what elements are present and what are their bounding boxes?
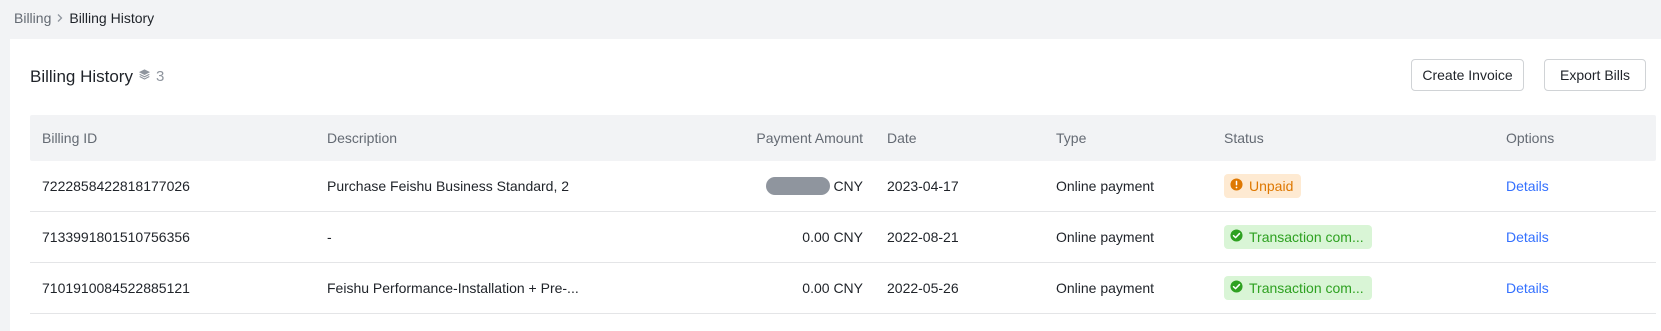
- column-date: Date: [887, 130, 917, 146]
- billing-id: 7222858422818177026: [42, 178, 190, 194]
- status-text: Transaction com...: [1249, 280, 1364, 296]
- breadcrumb-billing[interactable]: Billing: [14, 9, 51, 27]
- description: Feishu Performance-Installation + Pre-..…: [327, 280, 579, 296]
- status-text: Unpaid: [1249, 178, 1294, 194]
- status-badge: Transaction com...: [1224, 225, 1372, 249]
- column-status: Status: [1224, 130, 1264, 146]
- column-payment-amount: Payment Amount: [756, 130, 863, 146]
- check-circle-icon: [1230, 280, 1243, 296]
- create-invoice-button[interactable]: Create Invoice: [1411, 59, 1524, 91]
- check-circle-icon: [1230, 229, 1243, 245]
- currency: CNY: [833, 280, 863, 296]
- date: 2023-04-17: [887, 178, 959, 194]
- breadcrumb: Billing Billing History: [14, 9, 154, 27]
- billing-id: 7133991801510756356: [42, 229, 190, 245]
- masked-amount: [766, 177, 831, 195]
- record-count-value: 3: [156, 68, 165, 85]
- record-count: 3: [138, 67, 164, 87]
- billing-history-card: Billing History 3 Create Invoice Export …: [10, 39, 1661, 331]
- table-row: 7133991801510756356 - 0.00 CNY 2022-08-2…: [30, 212, 1656, 263]
- warning-icon: [1230, 178, 1243, 194]
- payment-amount: 0.00 CNY: [725, 212, 875, 262]
- payment-type: Online payment: [1056, 178, 1155, 194]
- status-badge: Transaction com...: [1224, 276, 1372, 300]
- currency: CNY: [833, 178, 863, 194]
- column-options: Options: [1506, 130, 1555, 146]
- page-title: Billing History: [30, 67, 133, 86]
- layers-icon: [138, 67, 151, 87]
- card-header: Billing History 3 Create Invoice Export …: [10, 39, 1661, 115]
- column-billing-id: Billing ID: [42, 130, 98, 146]
- description: Purchase Feishu Business Standard, 2: [327, 178, 570, 194]
- chevron-right-icon: [51, 13, 69, 23]
- billing-id: 7101910084522885121: [42, 280, 190, 296]
- table-header: Billing ID Description Payment Amount Da…: [30, 115, 1656, 161]
- details-link[interactable]: Details: [1506, 178, 1549, 194]
- date: 2022-08-21: [887, 229, 959, 245]
- export-bills-button[interactable]: Export Bills: [1544, 59, 1646, 91]
- payment-type: Online payment: [1056, 280, 1155, 296]
- description: -: [327, 229, 332, 245]
- column-description: Description: [327, 130, 398, 146]
- table-row: 7222858422818177026 Purchase Feishu Busi…: [30, 161, 1656, 212]
- payment-amount: CNY: [725, 161, 875, 211]
- currency: CNY: [833, 229, 863, 245]
- billing-table: Billing ID Description Payment Amount Da…: [30, 115, 1656, 314]
- breadcrumb-billing-history: Billing History: [69, 10, 155, 26]
- column-type: Type: [1056, 130, 1087, 146]
- payment-type: Online payment: [1056, 229, 1155, 245]
- amount-value: 0.00: [802, 280, 830, 296]
- payment-amount: 0.00 CNY: [725, 263, 875, 313]
- table-row: 7101910084522885121 Feishu Performance-I…: [30, 263, 1656, 314]
- details-link[interactable]: Details: [1506, 280, 1549, 296]
- amount-value: 0.00: [802, 229, 830, 245]
- details-link[interactable]: Details: [1506, 229, 1549, 245]
- status-text: Transaction com...: [1249, 229, 1364, 245]
- date: 2022-05-26: [887, 280, 959, 296]
- status-badge: Unpaid: [1224, 174, 1302, 198]
